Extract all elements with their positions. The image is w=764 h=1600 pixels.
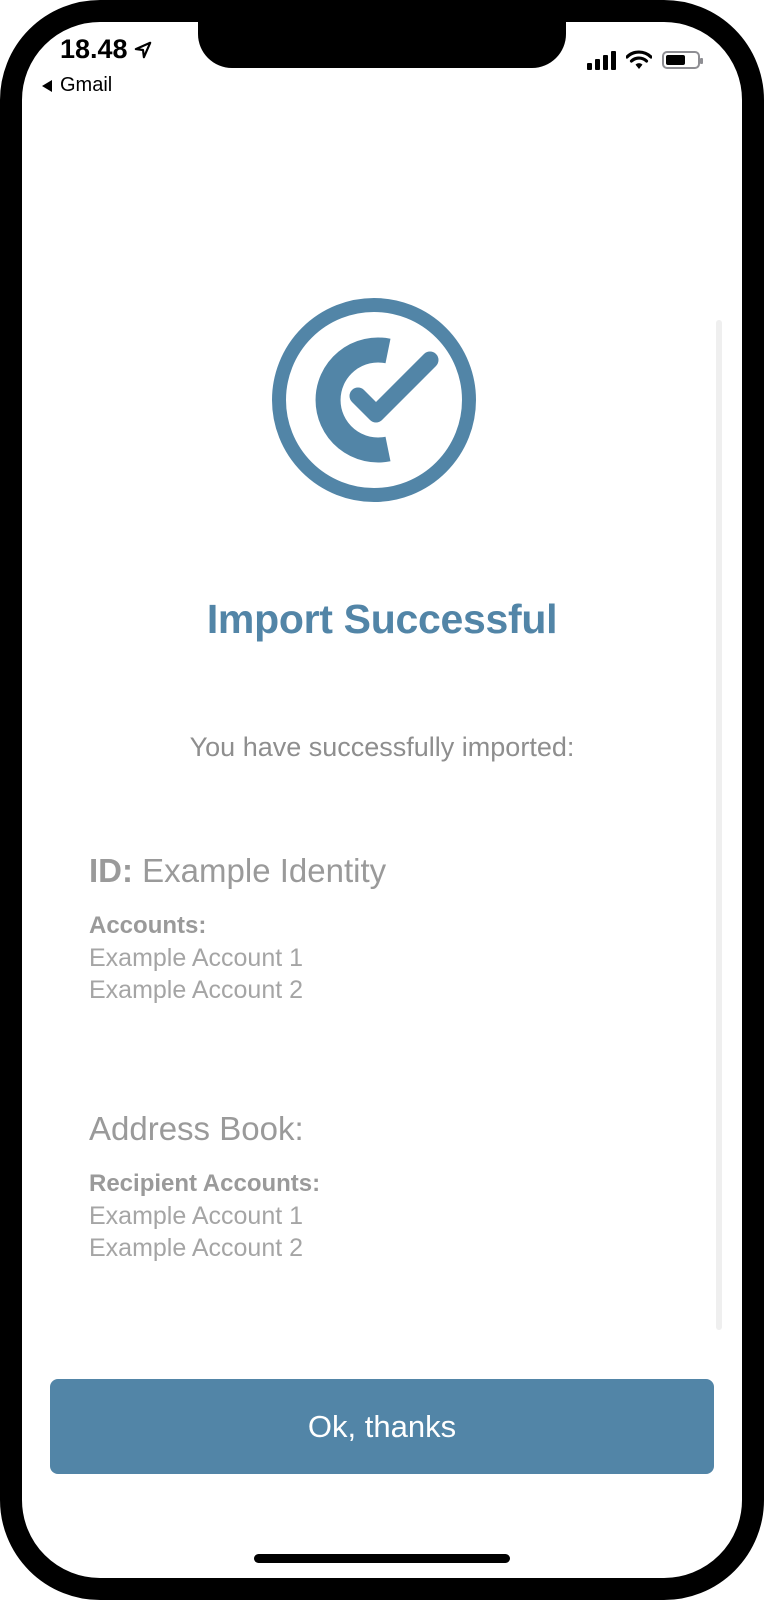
identity-label: ID: (89, 852, 133, 889)
cellular-signal-icon (587, 50, 616, 70)
status-time: 18.48 (60, 34, 152, 65)
battery-icon (662, 51, 703, 69)
notch (198, 0, 566, 68)
recipient-accounts-label: Recipient Accounts: (89, 1170, 321, 1197)
scrollbar[interactable] (716, 320, 722, 1330)
status-icons (587, 50, 703, 70)
home-indicator[interactable] (254, 1554, 510, 1563)
accounts-label: Accounts: (89, 912, 207, 939)
identity-value: Example Identity (142, 852, 387, 889)
account-item: Example Account 2 (89, 976, 304, 1004)
wifi-icon (626, 50, 652, 69)
ok-thanks-button[interactable]: Ok, thanks (50, 1379, 714, 1474)
location-arrow-icon (134, 41, 151, 58)
back-triangle-icon (42, 79, 52, 92)
subtitle: You have successfully imported: (189, 732, 575, 762)
account-item: Example Account 1 (89, 944, 304, 972)
recipient-account-item: Example Account 2 (89, 1234, 304, 1262)
time-label: 18.48 (60, 34, 128, 64)
back-app-label: Gmail (60, 74, 113, 96)
identity-line: ID: Example Identity (89, 852, 386, 890)
recipient-account-item: Example Account 1 (89, 1202, 304, 1230)
back-to-gmail[interactable]: Gmail (42, 74, 112, 97)
page-title: Import Successful (206, 596, 558, 642)
address-book-title: Address Book: (89, 1110, 304, 1147)
phone-frame (0, 0, 764, 1600)
check-circle-logo-icon (272, 298, 476, 502)
